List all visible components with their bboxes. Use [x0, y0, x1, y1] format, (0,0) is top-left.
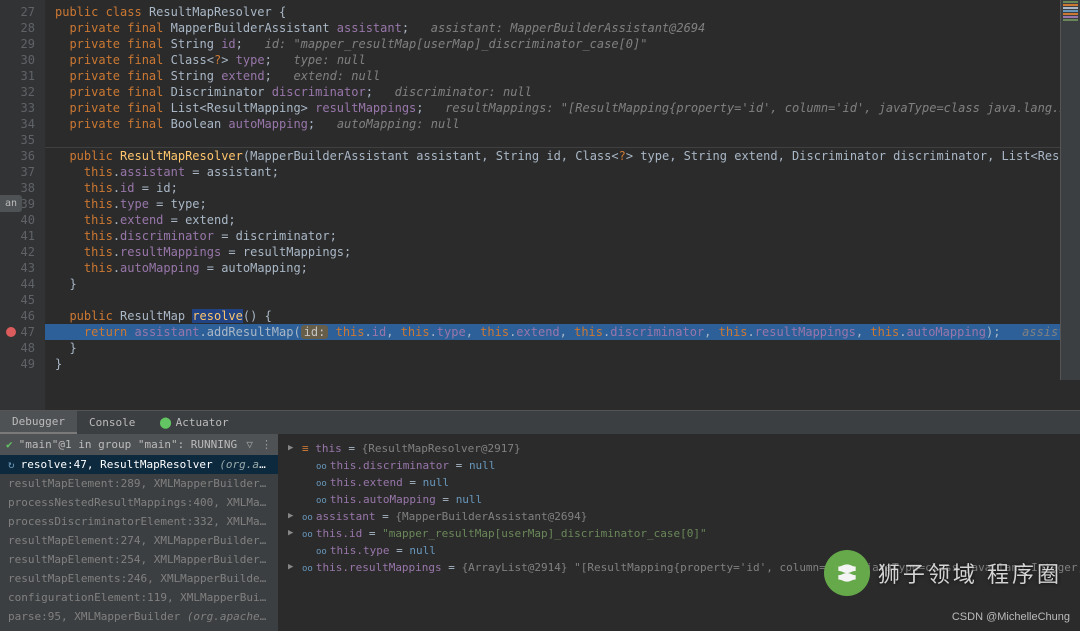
debugger-panel: ✔ "main"@1 in group "main": RUNNING ▽ ⋮ … [0, 434, 1080, 631]
credit-text: CSDN @MichelleChung [952, 611, 1070, 623]
code-line[interactable]: private final String id; id: "mapper_res… [45, 36, 1080, 52]
stack-frame[interactable]: ↻resolve:47, ResultMapResolver (org.apac… [0, 455, 278, 474]
code-line[interactable] [45, 132, 1080, 148]
thread-title[interactable]: "main"@1 in group "main": RUNNING [19, 438, 239, 451]
stack-frame[interactable]: resultMapElement:274, XMLMapperBuilder (… [0, 531, 278, 550]
variable-row[interactable]: oothis.type = null [288, 542, 1070, 559]
code-line[interactable]: } [45, 340, 1080, 356]
code-line[interactable]: private final List<ResultMapping> result… [45, 100, 1080, 116]
stack-frame[interactable]: processDiscriminatorElement:332, XMLMapp… [0, 512, 278, 531]
minimap[interactable] [1060, 0, 1080, 380]
code-line[interactable]: this.discriminator = discriminator; [45, 228, 1080, 244]
tab-console[interactable]: Console [77, 412, 147, 433]
variable-row[interactable]: oothis.autoMapping = null [288, 491, 1070, 508]
code-line[interactable]: private final String extend; extend: nul… [45, 68, 1080, 84]
code-line[interactable]: public ResultMapResolver(MapperBuilderAs… [45, 148, 1080, 164]
frame-reload-icon: ↻ [8, 458, 15, 471]
code-line[interactable]: private final MapperBuilderAssistant ass… [45, 20, 1080, 36]
variable-row[interactable]: oothis.discriminator = null [288, 457, 1070, 474]
code-line[interactable]: this.assistant = assistant; [45, 164, 1080, 180]
tab-actuator[interactable]: ⬤Actuator [147, 412, 240, 433]
frames-header: ✔ "main"@1 in group "main": RUNNING ▽ ⋮ [0, 434, 278, 455]
code-line[interactable]: this.resultMappings = resultMappings; [45, 244, 1080, 260]
variable-row[interactable]: ▶oothis.resultMappings = {ArrayList@2914… [288, 559, 1070, 576]
stack-frame[interactable]: mapperElement:380, XMLConfigBuilder (org… [0, 626, 278, 631]
tab-debugger[interactable]: Debugger [0, 411, 77, 434]
code-area[interactable]: public class ResultMapResolver { private… [45, 0, 1080, 410]
variable-row[interactable]: ▶ooassistant = {MapperBuilderAssistant@2… [288, 508, 1070, 525]
code-line[interactable]: private final Discriminator discriminato… [45, 84, 1080, 100]
code-line[interactable]: this.autoMapping = autoMapping; [45, 260, 1080, 276]
code-line[interactable]: public class ResultMapResolver { [45, 4, 1080, 20]
stack-frame[interactable]: resultMapElements:246, XMLMapperBuilder … [0, 569, 278, 588]
code-editor[interactable]: 2728293031323334353637383940414243444546… [0, 0, 1080, 410]
more-icon[interactable]: ⋮ [261, 438, 272, 451]
check-icon: ✔ [6, 438, 13, 451]
code-line[interactable]: } [45, 356, 1080, 372]
code-line[interactable] [45, 292, 1080, 308]
code-line[interactable]: } [45, 276, 1080, 292]
stack-frame[interactable]: parse:95, XMLMapperBuilder (org.apache.i… [0, 607, 278, 626]
code-line[interactable]: private final Class<?> type; type: null [45, 52, 1080, 68]
debug-toolwindow-tabs: Debugger Console ⬤Actuator [0, 410, 1080, 434]
code-line[interactable]: this.id = id; [45, 180, 1080, 196]
frames-panel[interactable]: ✔ "main"@1 in group "main": RUNNING ▽ ⋮ … [0, 434, 278, 631]
side-panel-label: an [0, 195, 22, 212]
variable-row[interactable]: ▶≡ this = {ResultMapResolver@2917} [288, 440, 1070, 457]
stack-frame[interactable]: resultMapElement:254, XMLMapperBuilder (… [0, 550, 278, 569]
variable-row[interactable]: ▶oothis.id = "mapper_resultMap[userMap]_… [288, 525, 1070, 542]
variables-panel[interactable]: ▶≡ this = {ResultMapResolver@2917}oothis… [278, 434, 1080, 631]
code-line[interactable]: this.extend = extend; [45, 212, 1080, 228]
stack-frame[interactable]: processNestedResultMappings:400, XMLMapp… [0, 493, 278, 512]
code-line[interactable]: this.type = type; [45, 196, 1080, 212]
variable-row[interactable]: oothis.extend = null [288, 474, 1070, 491]
code-line[interactable]: public ResultMap resolve() { [45, 308, 1080, 324]
stack-frame[interactable]: resultMapElement:289, XMLMapperBuilder (… [0, 474, 278, 493]
stack-frame[interactable]: configurationElement:119, XMLMapperBuild… [0, 588, 278, 607]
filter-icon[interactable]: ▽ [246, 438, 253, 451]
code-line[interactable]: return assistant.addResultMap(id: this.i… [45, 324, 1080, 340]
status-dot-icon: ⬤ [159, 416, 171, 429]
code-line[interactable]: private final Boolean autoMapping; autoM… [45, 116, 1080, 132]
